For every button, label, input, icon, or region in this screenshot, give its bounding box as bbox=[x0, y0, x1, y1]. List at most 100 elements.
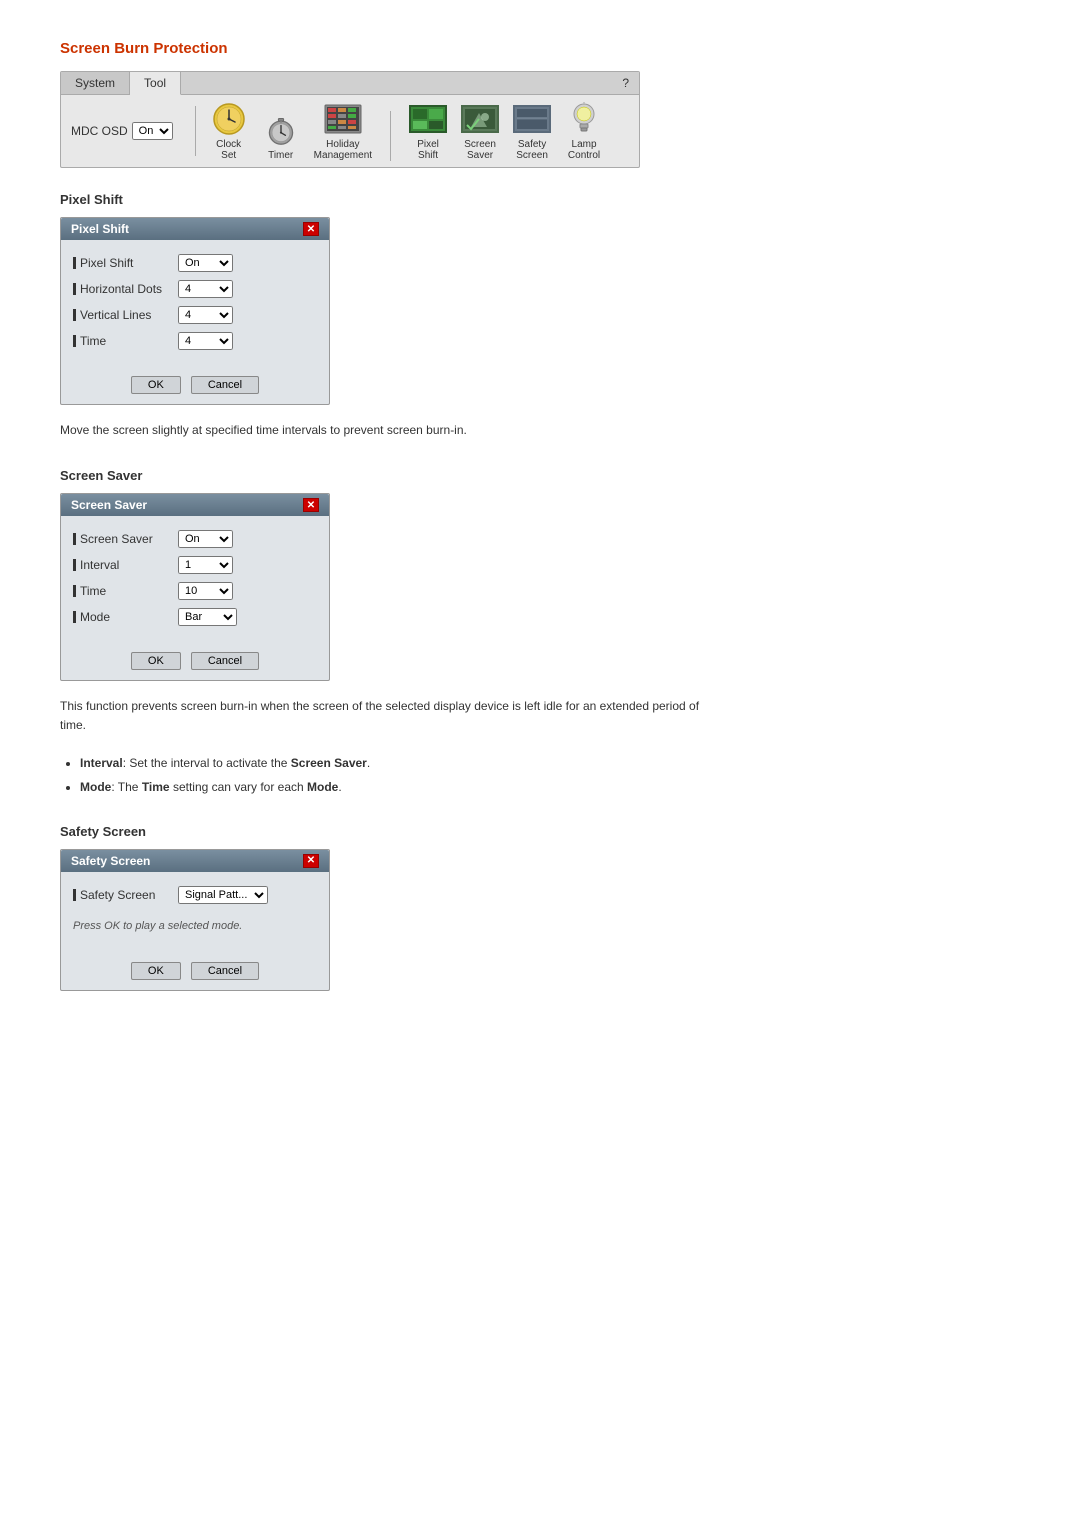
label-bar bbox=[73, 559, 76, 571]
tab-tool[interactable]: Tool bbox=[130, 72, 181, 95]
toolbar-icon-safety-screen[interactable]: Safety Screen bbox=[513, 101, 551, 161]
holiday-label2: Management bbox=[314, 150, 372, 161]
screen-saver-cancel-button[interactable]: Cancel bbox=[191, 652, 259, 670]
label-bar bbox=[73, 585, 76, 597]
safety-screen-ok-button[interactable]: OK bbox=[131, 962, 181, 980]
screen-saver-dialog-footer: OK Cancel bbox=[61, 644, 329, 680]
screen-saver-select-1[interactable]: 12345 bbox=[178, 556, 233, 574]
toolbar-tabs: System Tool ? bbox=[61, 72, 639, 95]
pixel-shift-dialog-header: Pixel Shift ✕ bbox=[61, 218, 329, 240]
pixel-shift-row-2: Vertical Lines 12345 bbox=[73, 306, 317, 324]
holiday-icon bbox=[324, 101, 362, 137]
screen-saver-label-0: Screen Saver bbox=[73, 532, 178, 546]
mdc-osd-label: MDC OSD bbox=[71, 124, 128, 138]
lamp-control-label2: Control bbox=[568, 150, 600, 161]
safety-screen-title: Safety Screen bbox=[60, 824, 1020, 839]
safety-screen-dialog-footer: OK Cancel bbox=[61, 954, 329, 990]
toolbar-divider bbox=[195, 106, 196, 156]
mdc-osd-select[interactable]: On Off bbox=[132, 122, 173, 140]
screen-saver-row-0: Screen Saver OnOff bbox=[73, 530, 317, 548]
bullet-mode-text: : The bbox=[111, 780, 141, 794]
pixel-shift-section: Pixel Shift Pixel Shift ✕ Pixel Shift On… bbox=[60, 192, 1020, 440]
timer-label: Timer bbox=[268, 150, 293, 161]
screen-saver-label-3: Mode bbox=[73, 610, 178, 624]
toolbar-icon-clock-set[interactable]: Clock Set bbox=[210, 101, 248, 161]
safety-screen-section: Safety Screen Safety Screen ✕ Safety Scr… bbox=[60, 824, 1020, 991]
safety-screen-dialog-body: Safety Screen Signal Patt... Bar Eraser … bbox=[61, 872, 329, 954]
screen-saver-close-button[interactable]: ✕ bbox=[303, 498, 319, 512]
safety-screen-label2: Screen bbox=[516, 150, 548, 161]
screen-saver-row-3: Mode BarEraserPixel bbox=[73, 608, 317, 626]
screen-saver-dialog-body: Screen Saver OnOff Interval 12345 bbox=[61, 516, 329, 644]
safety-screen-row-0: Safety Screen Signal Patt... Bar Eraser … bbox=[73, 886, 317, 904]
safety-screen-cancel-button[interactable]: Cancel bbox=[191, 962, 259, 980]
toolbar-icon-lamp-control[interactable]: Lamp Control bbox=[565, 101, 603, 161]
pixel-shift-row-1: Horizontal Dots 12345 bbox=[73, 280, 317, 298]
label-bar bbox=[73, 283, 76, 295]
pixel-shift-dialog: Pixel Shift ✕ Pixel Shift OnOff Horizont… bbox=[60, 217, 330, 405]
pixel-shift-dialog-body: Pixel Shift OnOff Horizontal Dots 12345 bbox=[61, 240, 329, 368]
toolbar-icon-pixel-shift[interactable]: Pixel Shift bbox=[409, 101, 447, 161]
mdc-osd-control: MDC OSD On Off bbox=[71, 122, 173, 140]
safety-screen-close-button[interactable]: ✕ bbox=[303, 854, 319, 868]
screen-saver-bullets: Interval: Set the interval to activate t… bbox=[60, 754, 1020, 796]
screen-saver-icon bbox=[461, 101, 499, 137]
screen-saver-dialog: Screen Saver ✕ Screen Saver OnOff Interv… bbox=[60, 493, 330, 681]
screen-saver-label: Screen bbox=[464, 139, 496, 150]
clock-set-label2: Set bbox=[221, 150, 236, 161]
bullet-mode-text2: setting can vary for each bbox=[170, 780, 307, 794]
clock-icon bbox=[210, 101, 248, 137]
safety-screen-label: Safety bbox=[518, 139, 546, 150]
bullet-mode-time: Time bbox=[142, 780, 170, 794]
toolbar-panel: System Tool ? MDC OSD On Off bbox=[60, 71, 640, 168]
screen-saver-title: Screen Saver bbox=[60, 468, 1020, 483]
safety-screen-select-0[interactable]: Signal Patt... Bar Eraser Pixel Rolling … bbox=[178, 886, 268, 904]
screen-saver-description: This function prevents screen burn-in wh… bbox=[60, 697, 700, 735]
pixel-shift-row-3: Time 12345 bbox=[73, 332, 317, 350]
pixel-shift-row-0: Pixel Shift OnOff bbox=[73, 254, 317, 272]
pixel-shift-select-1[interactable]: 12345 bbox=[178, 280, 233, 298]
pixel-shift-dialog-title: Pixel Shift bbox=[71, 222, 129, 236]
toolbar-divider2 bbox=[390, 111, 391, 161]
lamp-control-label: Lamp bbox=[572, 139, 597, 150]
toolbar-body: MDC OSD On Off Clock bbox=[61, 95, 639, 167]
screen-saver-section: Screen Saver Screen Saver ✕ Screen Saver… bbox=[60, 468, 1020, 795]
pixel-shift-select-0[interactable]: OnOff bbox=[178, 254, 233, 272]
help-icon[interactable]: ? bbox=[612, 72, 639, 94]
screen-saver-select-3[interactable]: BarEraserPixel bbox=[178, 608, 237, 626]
bullet-interval-term: Interval bbox=[80, 756, 123, 770]
screen-saver-row-1: Interval 12345 bbox=[73, 556, 317, 574]
pixel-shift-description: Move the screen slightly at specified ti… bbox=[60, 421, 700, 440]
screen-saver-label-1: Interval bbox=[73, 558, 178, 572]
pixel-shift-close-button[interactable]: ✕ bbox=[303, 222, 319, 236]
lamp-icon bbox=[565, 101, 603, 137]
pixel-shift-select-3[interactable]: 12345 bbox=[178, 332, 233, 350]
screen-saver-select-2[interactable]: 510152030 bbox=[178, 582, 233, 600]
pixel-shift-ok-button[interactable]: OK bbox=[131, 376, 181, 394]
toolbar-icon-timer[interactable]: Timer bbox=[262, 112, 300, 161]
pixel-shift-label-3: Time bbox=[73, 334, 178, 348]
toolbar-icon-group: Clock Set Timer bbox=[210, 101, 603, 161]
label-bar bbox=[73, 611, 76, 623]
bullet-mode-bold: Mode bbox=[307, 780, 338, 794]
holiday-label: Holiday bbox=[326, 139, 359, 150]
toolbar-icon-screen-saver[interactable]: Screen Saver bbox=[461, 101, 499, 161]
toolbar-icon-holiday[interactable]: Holiday Management bbox=[314, 101, 372, 161]
bullet-interval-bold: Screen Saver bbox=[291, 756, 367, 770]
screen-saver-dialog-header: Screen Saver ✕ bbox=[61, 494, 329, 516]
safety-screen-dialog-title: Safety Screen bbox=[71, 854, 150, 868]
safety-screen-dialog-header: Safety Screen ✕ bbox=[61, 850, 329, 872]
screen-saver-ok-button[interactable]: OK bbox=[131, 652, 181, 670]
pixel-shift-cancel-button[interactable]: Cancel bbox=[191, 376, 259, 394]
pixel-shift-label-2: Vertical Lines bbox=[73, 308, 178, 322]
pixel-shift-title: Pixel Shift bbox=[60, 192, 1020, 207]
pixel-shift-select-2[interactable]: 12345 bbox=[178, 306, 233, 324]
safety-screen-note: Press OK to play a selected mode. bbox=[73, 920, 242, 932]
safety-screen-note-row: Press OK to play a selected mode. bbox=[73, 912, 317, 936]
safety-screen-icon bbox=[513, 101, 551, 137]
tab-system[interactable]: System bbox=[61, 72, 130, 94]
screen-saver-label2: Saver bbox=[467, 150, 493, 161]
screen-saver-select-0[interactable]: OnOff bbox=[178, 530, 233, 548]
clock-set-label: Clock bbox=[216, 139, 241, 150]
label-bar bbox=[73, 533, 76, 545]
